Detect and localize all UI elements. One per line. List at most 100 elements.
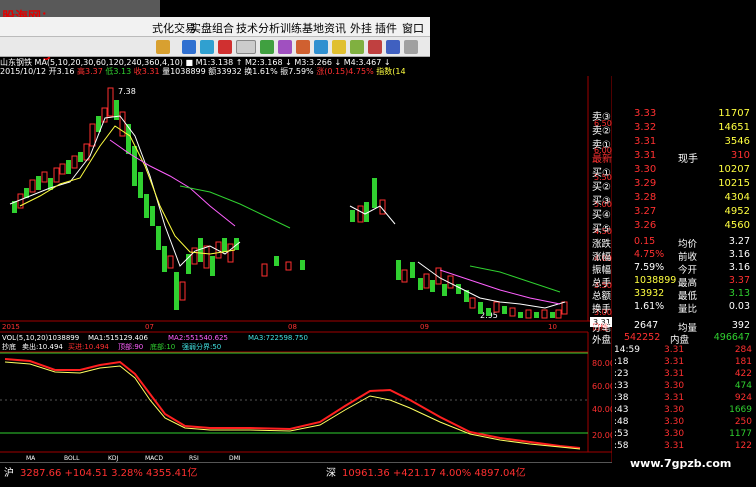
candle (53, 167, 60, 183)
vol-value: 1038899 (48, 334, 79, 342)
candle (357, 205, 364, 223)
draw-icon[interactable] (296, 40, 310, 54)
candle (285, 261, 292, 271)
sh-index: 3287.66 +104.51 3.28% 4355.41亿 (20, 468, 198, 479)
quote-panel-bottom: 分笔 2647 均量 392 外盘 542252 内盘 496647 (588, 320, 756, 346)
stat-row: 总手 1038899 最高 3.37 (592, 275, 750, 289)
cross-icon[interactable] (182, 40, 196, 54)
plus-icon[interactable] (218, 40, 232, 54)
flag-icon[interactable] (350, 40, 364, 54)
candle (534, 312, 539, 318)
candle (210, 256, 215, 276)
candle (423, 273, 430, 289)
tick-list[interactable]: 14:59 3.31 284 :18 3.31 181 :23 3.31 422 :33 3.… (612, 345, 756, 451)
candle (126, 124, 131, 154)
settings-icon[interactable] (404, 40, 418, 54)
candle (456, 284, 461, 294)
candle (174, 272, 179, 310)
menu-item-window[interactable]: 窗口 (402, 20, 424, 36)
candle (525, 309, 532, 319)
candle (478, 302, 483, 314)
rights-icon[interactable] (236, 40, 256, 54)
candle (486, 308, 491, 316)
indicator-icon[interactable] (278, 40, 292, 54)
tick-row: 14:59 3.31 284 (614, 345, 752, 355)
candle (222, 238, 227, 252)
tab-dmi[interactable]: DMI (229, 455, 241, 462)
candle (502, 306, 507, 314)
bid-row-4: 买④ 3.27 4952 (592, 206, 750, 221)
bar-change: 涨(0.15)4.75% (316, 67, 374, 76)
last-row: 最新 3.31 现手 310 (592, 150, 750, 165)
candle (555, 309, 562, 319)
indicator-tabs: MA BOLL KDJ MACD RSI DMI (26, 455, 241, 462)
candle (410, 262, 415, 278)
alert-icon[interactable] (368, 40, 382, 54)
candle (36, 176, 41, 190)
bid-row-1: 买① 3.30 10207 (592, 164, 750, 179)
candle (561, 301, 568, 315)
candle (132, 146, 137, 186)
candle (541, 309, 548, 319)
candle (66, 160, 71, 174)
candle (71, 155, 78, 169)
candle (274, 256, 279, 266)
bar-info-line: 2015/10/12 开3.16 高3.37 低3.13 收3.31 量1038… (0, 66, 430, 76)
indicator-sell: 卖出:10.494 (22, 342, 63, 351)
stat-row: 外盘 542252 内盘 496647 (592, 332, 750, 346)
date-tick: 10 (548, 323, 557, 331)
tab-ma[interactable]: MA (26, 455, 36, 462)
bar-close: 收3.31 (133, 67, 160, 76)
ma-white-3 (417, 261, 566, 309)
chart-icon[interactable] (260, 40, 274, 54)
indicator-top: 顶部:90 (118, 342, 143, 351)
candle (179, 281, 186, 301)
menu-bar: 式化交易 实盘组合 技术分析 训练基地 资讯 外挂 插件 窗口 (0, 17, 430, 37)
candle (518, 312, 523, 318)
menu-item-training[interactable]: 训练基地 (280, 20, 324, 36)
indicator-name: 抄底 (2, 342, 16, 351)
stat-row: 总额 33932 最低 3.13 (592, 288, 750, 302)
tab-macd[interactable]: MACD (145, 455, 163, 462)
tab-rsi[interactable]: RSI (189, 455, 199, 462)
tick-row: :18 3.31 181 (614, 357, 752, 367)
menu-item-news[interactable]: 资讯 (324, 20, 346, 36)
menu-item-plugins[interactable]: 插件 (375, 20, 397, 36)
candle (138, 172, 143, 198)
bid-row-3: 买③ 3.28 4304 (592, 192, 750, 207)
ask-row-3: 卖③ 3.33 11707 (592, 108, 750, 123)
bar-date: 2015/10/12 (0, 67, 47, 76)
candle (203, 245, 210, 269)
tick-row: :38 3.31 924 (614, 393, 752, 403)
move-icon[interactable] (200, 40, 214, 54)
candle (372, 178, 377, 208)
zoom-icon[interactable] (314, 40, 328, 54)
menu-item-plugins-ext[interactable]: 外挂 (350, 20, 372, 36)
kline-chart[interactable]: 6.50 6.00 5.50 5.00 4.50 4.00 3.50 3.00 … (0, 76, 612, 462)
candle (469, 297, 476, 309)
tab-boll[interactable]: BOLL (64, 455, 80, 462)
candle (162, 246, 167, 272)
candle (261, 263, 268, 277)
folder-icon[interactable] (156, 40, 170, 54)
candle (29, 179, 36, 193)
info-icon[interactable] (386, 40, 400, 54)
vol-ma2: MA2:551540.625 (168, 334, 228, 342)
candles (12, 87, 568, 319)
menu-item-portfolio[interactable]: 实盘组合 (190, 20, 234, 36)
bid-row-5: 买⑤ 3.26 4560 (592, 220, 750, 235)
index-status-bar: 沪 3287.66 +104.51 3.28% 4355.41亿 深 10961… (0, 462, 612, 479)
menu-item-analysis[interactable]: 技术分析 (236, 20, 280, 36)
star-icon[interactable] (332, 40, 346, 54)
vol-label: VOL(5,10,20) (2, 334, 49, 342)
bar-volume: 量1038899 (162, 67, 206, 76)
tick-row: :53 3.30 1177 (614, 429, 752, 439)
vol-info-line: VOL(5,10,20) 1038899 MA1:515129.406 MA2:… (2, 334, 308, 342)
stat-row: 涨幅 4.75% 前收 3.16 (592, 249, 750, 263)
candle (59, 163, 66, 175)
candle (509, 307, 516, 317)
ma-green (179, 185, 291, 229)
ma-magenta (109, 139, 236, 227)
candle (144, 194, 149, 218)
tab-kdj[interactable]: KDJ (108, 455, 119, 462)
